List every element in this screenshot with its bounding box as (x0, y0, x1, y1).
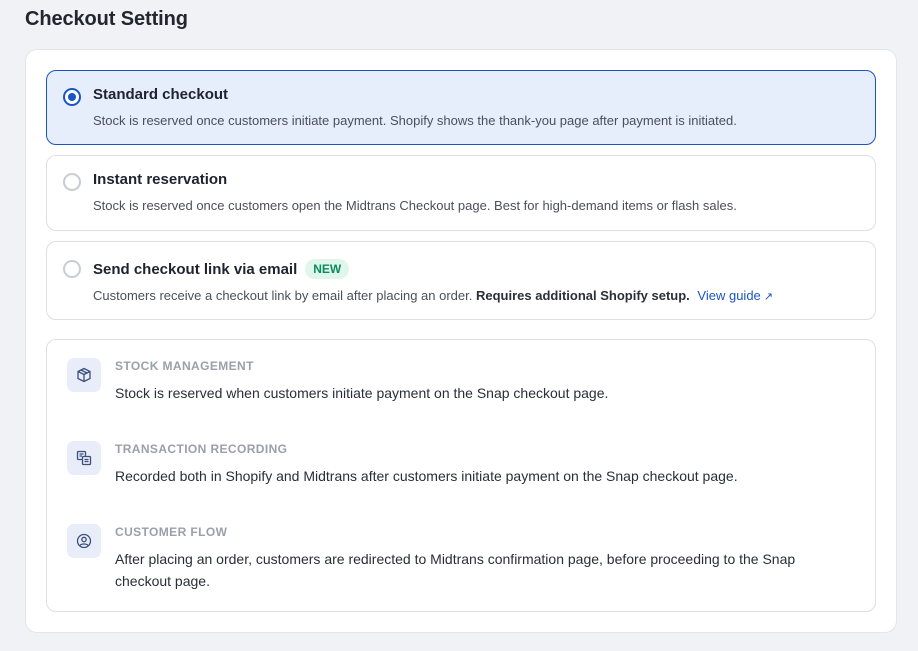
new-badge: NEW (305, 259, 350, 279)
view-guide-label: View guide (697, 288, 761, 303)
option-description: Stock is reserved once customers initiat… (93, 113, 737, 128)
option-instant-reservation[interactable]: Instant reservation Stock is reserved on… (46, 155, 876, 231)
info-text: Recorded both in Shopify and Midtrans af… (115, 468, 738, 484)
checkout-setting-card: Standard checkout Stock is reserved once… (25, 49, 897, 633)
page-title: Checkout Setting (25, 8, 188, 30)
option-description: Stock is reserved once customers open th… (93, 198, 737, 213)
transaction-icon (67, 441, 101, 475)
info-heading: STOCK MANAGEMENT (115, 359, 254, 373)
option-description-bold: Requires additional Shopify setup. (475, 288, 690, 303)
option-send-checkout-link[interactable]: Send checkout link via email NEW Customer… (46, 241, 876, 320)
info-heading: TRANSACTION RECORDING (115, 442, 288, 456)
info-panel: STOCK MANAGEMENT Stock is reserved when … (46, 339, 876, 612)
option-title: Instant reservation (93, 171, 228, 188)
external-link-icon: ↗ (763, 291, 774, 303)
option-standard-checkout[interactable]: Standard checkout Stock is reserved once… (46, 70, 876, 145)
view-guide-link[interactable]: View guide ↗ (697, 288, 773, 303)
radio-instant-reservation[interactable] (63, 173, 81, 191)
box-icon (67, 358, 101, 392)
info-heading: CUSTOMER FLOW (115, 525, 228, 539)
radio-selected-dot (68, 93, 76, 101)
user-circle-icon (67, 524, 101, 558)
option-description-text: Customers receive a checkout link by ema… (93, 288, 473, 303)
option-title: Standard checkout (93, 86, 229, 103)
option-title-text: Send checkout link via email (93, 261, 298, 278)
radio-send-checkout-link[interactable] (63, 260, 81, 278)
option-title: Send checkout link via email NEW (93, 259, 350, 279)
info-text: Stock is reserved when customers initiat… (115, 385, 609, 401)
radio-standard-checkout[interactable] (63, 88, 81, 106)
option-description: Customers receive a checkout link by ema… (93, 288, 773, 303)
info-text: After placing an order, customers are re… (115, 551, 796, 589)
